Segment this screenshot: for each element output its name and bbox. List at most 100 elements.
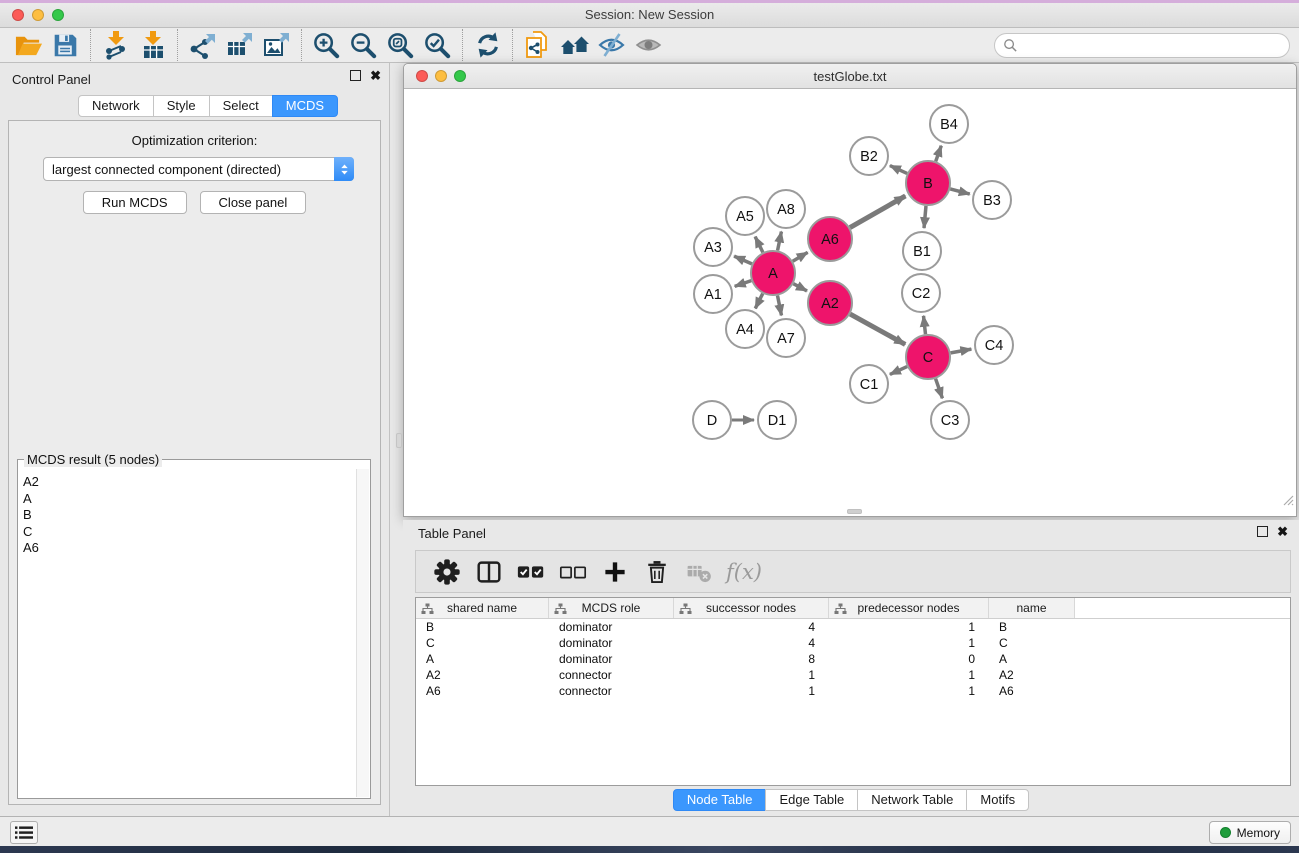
graph-node-D[interactable]: D [693,401,731,439]
tab-select[interactable]: Select [209,95,273,117]
graph-edge-A-A2[interactable] [793,284,807,291]
graph-node-A3[interactable]: A3 [694,228,732,266]
tab-node-table[interactable]: Node Table [673,789,767,811]
delete-column-button[interactable] [680,555,717,589]
cell[interactable]: 1 [829,683,989,699]
table-row[interactable]: A6connector11A6 [416,683,1290,699]
export-image-button[interactable] [258,29,295,61]
hide-graphics-details-button[interactable] [593,29,630,61]
cell[interactable]: dominator [549,619,674,635]
graph-edge-B-B1[interactable] [924,206,926,228]
select-all-button[interactable] [512,555,549,589]
cell[interactable]: 0 [829,651,989,667]
run-mcds-button[interactable]: Run MCDS [83,191,187,214]
graph-node-A6[interactable]: A6 [808,217,852,261]
graph-edge-A-A8[interactable] [778,232,782,251]
column-header-successor-nodes[interactable]: successor nodes [674,598,829,618]
close-table-panel-icon[interactable]: ✖ [1277,526,1288,537]
add-column-button[interactable] [596,555,633,589]
tab-edge-table[interactable]: Edge Table [765,789,858,811]
graph-node-C2[interactable]: C2 [902,274,940,312]
cell[interactable]: 8 [674,651,829,667]
graph-node-B1[interactable]: B1 [903,232,941,270]
graph-node-C[interactable]: C [906,335,950,379]
cell[interactable]: 1 [829,619,989,635]
table-row[interactable]: Bdominator41B [416,619,1290,635]
graph-edge-A2-C[interactable] [850,314,905,344]
close-panel-button[interactable]: Close panel [200,191,307,214]
network-vertical-scrollbar[interactable] [396,433,402,448]
tab-style[interactable]: Style [153,95,210,117]
cell[interactable]: A6 [989,683,1075,699]
show-columns-button[interactable] [470,555,507,589]
resize-grip[interactable] [1280,492,1294,506]
cell[interactable]: A2 [989,667,1075,683]
graph-edge-C-C4[interactable] [951,349,972,353]
table-row[interactable]: Adominator80A [416,651,1290,667]
graph-node-A5[interactable]: A5 [726,197,764,235]
deselect-all-button[interactable] [554,555,591,589]
clone-network-button[interactable] [519,29,556,61]
float-table-panel-icon[interactable] [1257,526,1268,537]
graph-node-C3[interactable]: C3 [931,401,969,439]
show-graphics-details-button[interactable] [630,29,667,61]
graph-edge-B-B4[interactable] [936,146,942,162]
cell[interactable]: A [989,651,1075,667]
graph-node-B3[interactable]: B3 [973,181,1011,219]
graph-node-B2[interactable]: B2 [850,137,888,175]
export-table-button[interactable] [221,29,258,61]
graph-node-D1[interactable]: D1 [758,401,796,439]
import-table-button[interactable] [134,29,171,61]
cell[interactable]: A6 [416,683,549,699]
cell[interactable]: 1 [829,667,989,683]
graph-node-A2[interactable]: A2 [808,281,852,325]
export-network-button[interactable] [184,29,221,61]
memory-button[interactable]: Memory [1209,821,1291,844]
graph-edge-B-B2[interactable] [890,166,907,174]
graph-edge-A6-B[interactable] [850,196,905,228]
cell[interactable]: connector [549,667,674,683]
function-builder-button[interactable]: f(x) [726,560,762,584]
save-session-button[interactable] [47,29,84,61]
zoom-selected-button[interactable] [419,29,456,61]
column-header-name[interactable]: name [989,598,1075,618]
graph-edge-A-A1[interactable] [735,281,752,287]
network-horizontal-scrollbar[interactable] [847,509,862,514]
tab-motifs[interactable]: Motifs [966,789,1029,811]
tab-mcds[interactable]: MCDS [272,95,338,117]
graph-node-A8[interactable]: A8 [767,190,805,228]
graph-edge-C-C1[interactable] [890,367,907,375]
graph-edge-A-A5[interactable] [755,237,763,253]
home-button[interactable] [556,29,593,61]
graph-node-B[interactable]: B [906,161,950,205]
cell[interactable]: C [416,635,549,651]
cell[interactable]: 4 [674,619,829,635]
cell[interactable]: B [416,619,549,635]
open-session-button[interactable] [10,29,47,61]
graph-edge-A-A3[interactable] [734,256,752,264]
task-history-button[interactable] [10,821,38,844]
graph-edge-C-C2[interactable] [924,316,926,334]
column-header-MCDS-role[interactable]: MCDS role [549,598,674,618]
cell[interactable]: C [989,635,1075,651]
table-row[interactable]: A2connector11A2 [416,667,1290,683]
refresh-button[interactable] [469,29,506,61]
tab-network-table[interactable]: Network Table [857,789,967,811]
network-graph[interactable]: AA1A3A5A8A4A7A6A2BB1B2B3B4CC1C2C3C4DD1 [405,90,1295,507]
tab-network[interactable]: Network [78,95,154,117]
cell[interactable]: connector [549,683,674,699]
delete-row-button[interactable] [638,555,675,589]
column-header-predecessor-nodes[interactable]: predecessor nodes [829,598,989,618]
cell[interactable]: B [989,619,1075,635]
zoom-out-button[interactable] [345,29,382,61]
result-item[interactable]: A [20,491,354,508]
result-item[interactable]: A6 [20,540,354,557]
cell[interactable]: A2 [416,667,549,683]
float-panel-icon[interactable] [350,70,361,81]
cell[interactable]: 1 [674,683,829,699]
cell[interactable]: A [416,651,549,667]
cell[interactable]: 1 [674,667,829,683]
graph-edge-A-A4[interactable] [755,294,762,309]
result-item[interactable]: C [20,524,354,541]
table-settings-button[interactable] [428,555,465,589]
